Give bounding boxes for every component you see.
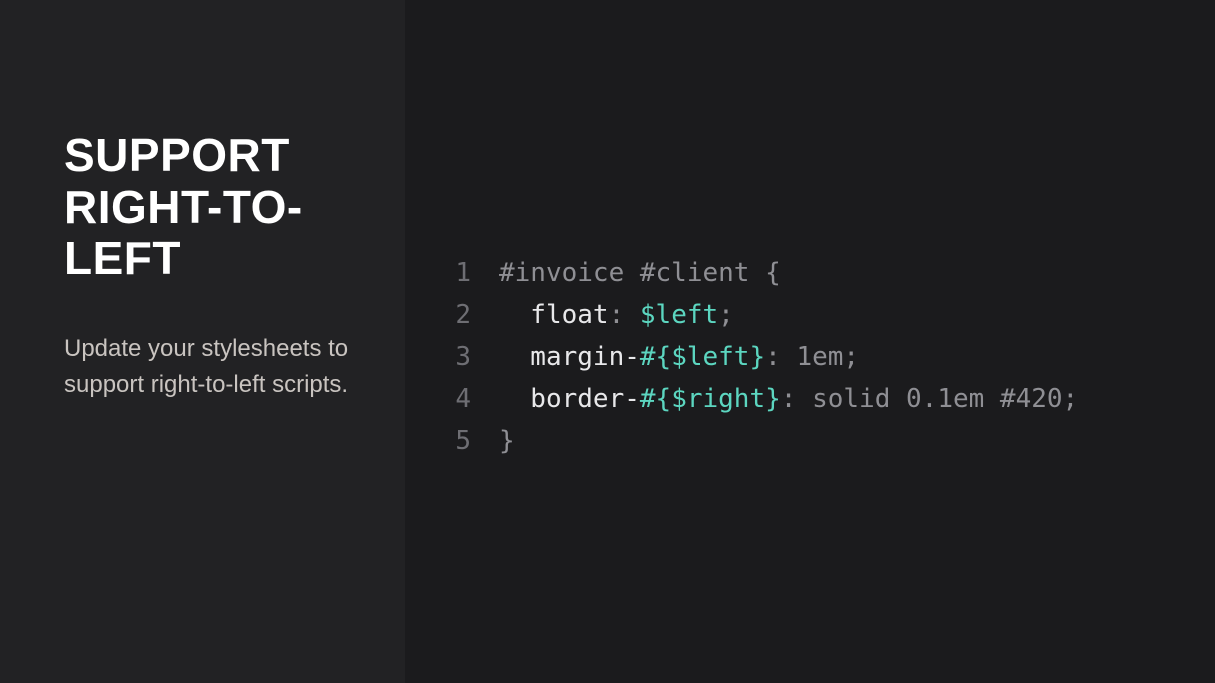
code-token: $left <box>640 300 718 330</box>
code-token: float <box>499 300 609 330</box>
code-token: : <box>609 300 640 330</box>
code-token: 1em <box>796 342 843 372</box>
code-token: #{$right} <box>640 384 781 414</box>
code-content: margin-#{$left}: 1em; <box>499 336 859 378</box>
code-token: solid 0.1em #420 <box>812 384 1062 414</box>
code-panel: 1#invoice #client {2 float: $left;3 marg… <box>405 0 1215 683</box>
code-token: ; <box>843 342 859 372</box>
code-content: float: $left; <box>499 294 734 336</box>
code-line: 4 border-#{$right}: solid 0.1em #420; <box>427 378 1215 420</box>
code-token: #{$left} <box>640 342 765 372</box>
code-token: } <box>499 426 515 456</box>
slide-description: Update your stylesheets to support right… <box>64 331 355 403</box>
code-token: border- <box>499 384 640 414</box>
code-block: 1#invoice #client {2 float: $left;3 marg… <box>427 252 1215 463</box>
code-token: ; <box>1063 384 1079 414</box>
code-line: 2 float: $left; <box>427 294 1215 336</box>
code-content: #invoice #client { <box>499 252 781 294</box>
code-token: : <box>765 342 796 372</box>
line-number: 1 <box>427 252 499 294</box>
code-token: : <box>781 384 812 414</box>
code-token: #invoice #client { <box>499 258 781 288</box>
code-line: 3 margin-#{$left}: 1em; <box>427 336 1215 378</box>
code-line: 5} <box>427 420 1215 462</box>
code-token: margin- <box>499 342 640 372</box>
code-content: } <box>499 420 515 462</box>
line-number: 5 <box>427 420 499 462</box>
line-number: 2 <box>427 294 499 336</box>
line-number: 4 <box>427 378 499 420</box>
sidebar: SUPPORT RIGHT-TO-LEFT Update your styles… <box>0 0 405 683</box>
code-token: ; <box>718 300 734 330</box>
slide-title: SUPPORT RIGHT-TO-LEFT <box>64 130 355 285</box>
line-number: 3 <box>427 336 499 378</box>
code-content: border-#{$right}: solid 0.1em #420; <box>499 378 1078 420</box>
code-line: 1#invoice #client { <box>427 252 1215 294</box>
